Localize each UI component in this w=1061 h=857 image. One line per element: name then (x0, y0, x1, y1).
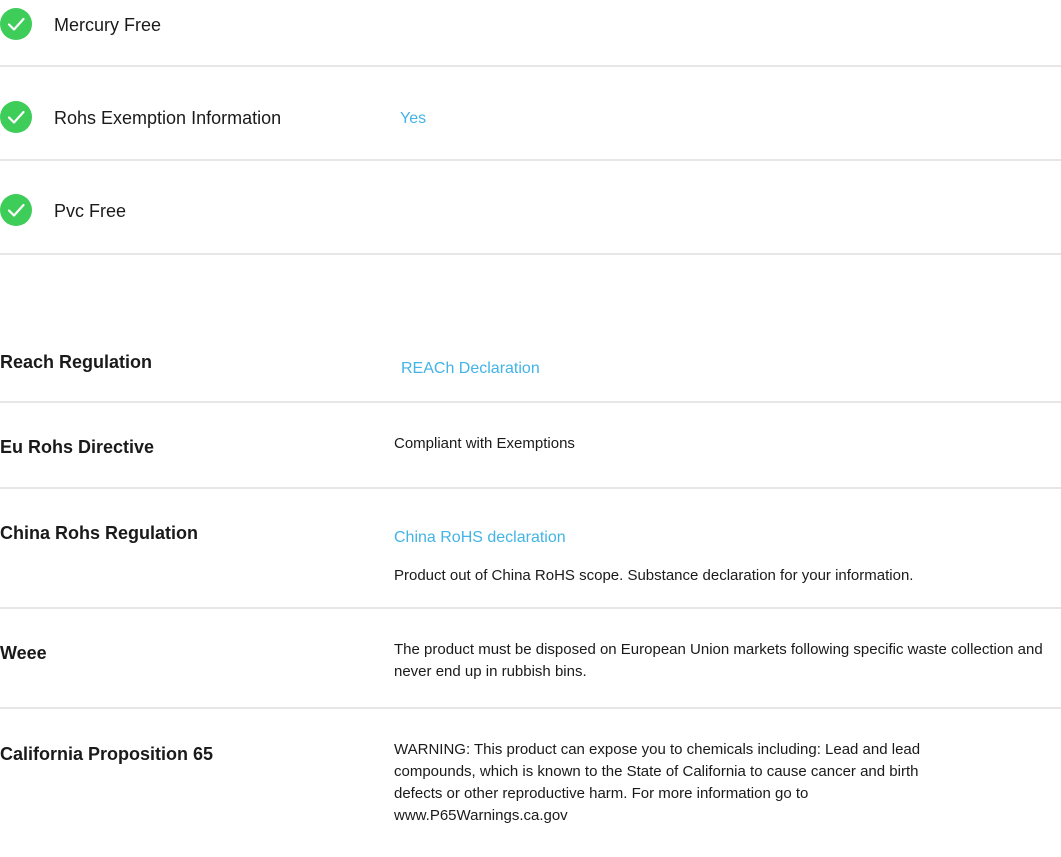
attribute-row-pvc-free: Pvc Free (0, 194, 1061, 234)
divider (0, 159, 1061, 161)
attribute-row-rohs-exemption: Rohs Exemption Information Yes (0, 101, 1061, 141)
check-circle-icon (0, 8, 32, 40)
weee-disposal-text: The product must be disposed on European… (394, 641, 1043, 680)
attribute-label: Pvc Free (54, 201, 127, 221)
divider (0, 707, 1061, 709)
check-circle-icon (0, 194, 32, 226)
environmental-data-page: Mercury Free Rohs Exemption Information … (0, 0, 1061, 857)
attribute-row-mercury-free: Mercury Free (0, 8, 1061, 48)
regulation-label-eu-rohs: Eu Rohs Directive (0, 437, 155, 457)
check-circle-icon (0, 101, 32, 133)
regulation-label-weee: Weee (0, 643, 47, 663)
reach-declaration-link[interactable]: REACh Declaration (401, 359, 540, 379)
rohs-exemption-value-link[interactable]: Yes (400, 109, 426, 129)
divider (0, 401, 1061, 403)
regulation-label-china-rohs: China Rohs Regulation (0, 523, 198, 543)
regulation-label-prop65: California Proposition 65 (0, 744, 214, 764)
divider (0, 487, 1061, 489)
china-rohs-declaration-link[interactable]: China RoHS declaration (394, 528, 566, 548)
attribute-label: Mercury Free (54, 15, 162, 35)
divider (0, 65, 1061, 67)
china-rohs-scope-text: Product out of China RoHS scope. Substan… (394, 567, 914, 584)
attribute-label: Rohs Exemption Information (54, 108, 282, 128)
prop65-warning-text: WARNING: This product can expose you to … (394, 741, 921, 824)
divider (0, 607, 1061, 609)
divider (0, 253, 1061, 255)
regulation-label-reach: Reach Regulation (0, 352, 153, 372)
eu-rohs-status-text: Compliant with Exemptions (394, 435, 575, 452)
